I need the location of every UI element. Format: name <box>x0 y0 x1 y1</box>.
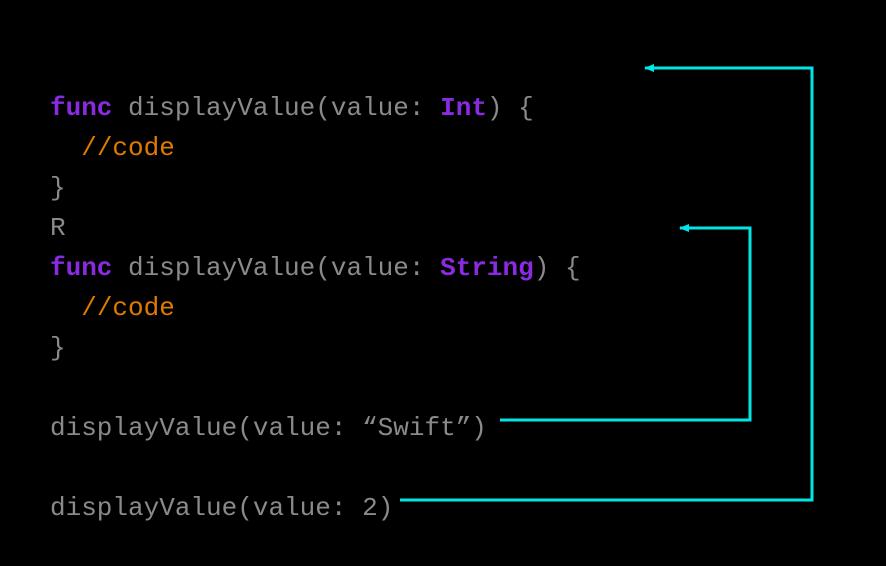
paren-open: ( <box>315 93 331 123</box>
comment: //code <box>81 133 175 163</box>
code-block: func displayValue(value: Int) { //code }… <box>50 48 581 566</box>
paren-close: ) <box>378 493 394 523</box>
arg-label: value <box>253 493 331 523</box>
indent <box>50 293 81 323</box>
colon: : <box>409 253 440 283</box>
func-name: displayValue <box>112 253 315 283</box>
keyword-func: func <box>50 93 112 123</box>
type-int: Int <box>440 93 487 123</box>
func-name: displayValue <box>112 93 315 123</box>
comment: //code <box>81 293 175 323</box>
brace-close: } <box>50 173 66 203</box>
paren-open: ( <box>315 253 331 283</box>
colon: : <box>331 493 362 523</box>
paren-open: ( <box>237 413 253 443</box>
stray-text: R <box>50 213 66 243</box>
colon: : <box>331 413 362 443</box>
colon: : <box>409 93 440 123</box>
paren-close-brace: ) { <box>487 93 534 123</box>
indent <box>50 133 81 163</box>
arg-int: 2 <box>362 493 378 523</box>
arg-string: “Swift” <box>362 413 471 443</box>
paren-open: ( <box>237 493 253 523</box>
call-name: displayValue <box>50 413 237 443</box>
call-name: displayValue <box>50 493 237 523</box>
arg-label: value <box>253 413 331 443</box>
paren-close: ) <box>471 413 487 443</box>
paren-close-brace: ) { <box>534 253 581 283</box>
keyword-func: func <box>50 253 112 283</box>
param-label: value <box>331 253 409 283</box>
brace-close: } <box>50 333 66 363</box>
code-diagram: func displayValue(value: Int) { //code }… <box>0 0 886 566</box>
type-string: String <box>440 253 534 283</box>
param-label: value <box>331 93 409 123</box>
